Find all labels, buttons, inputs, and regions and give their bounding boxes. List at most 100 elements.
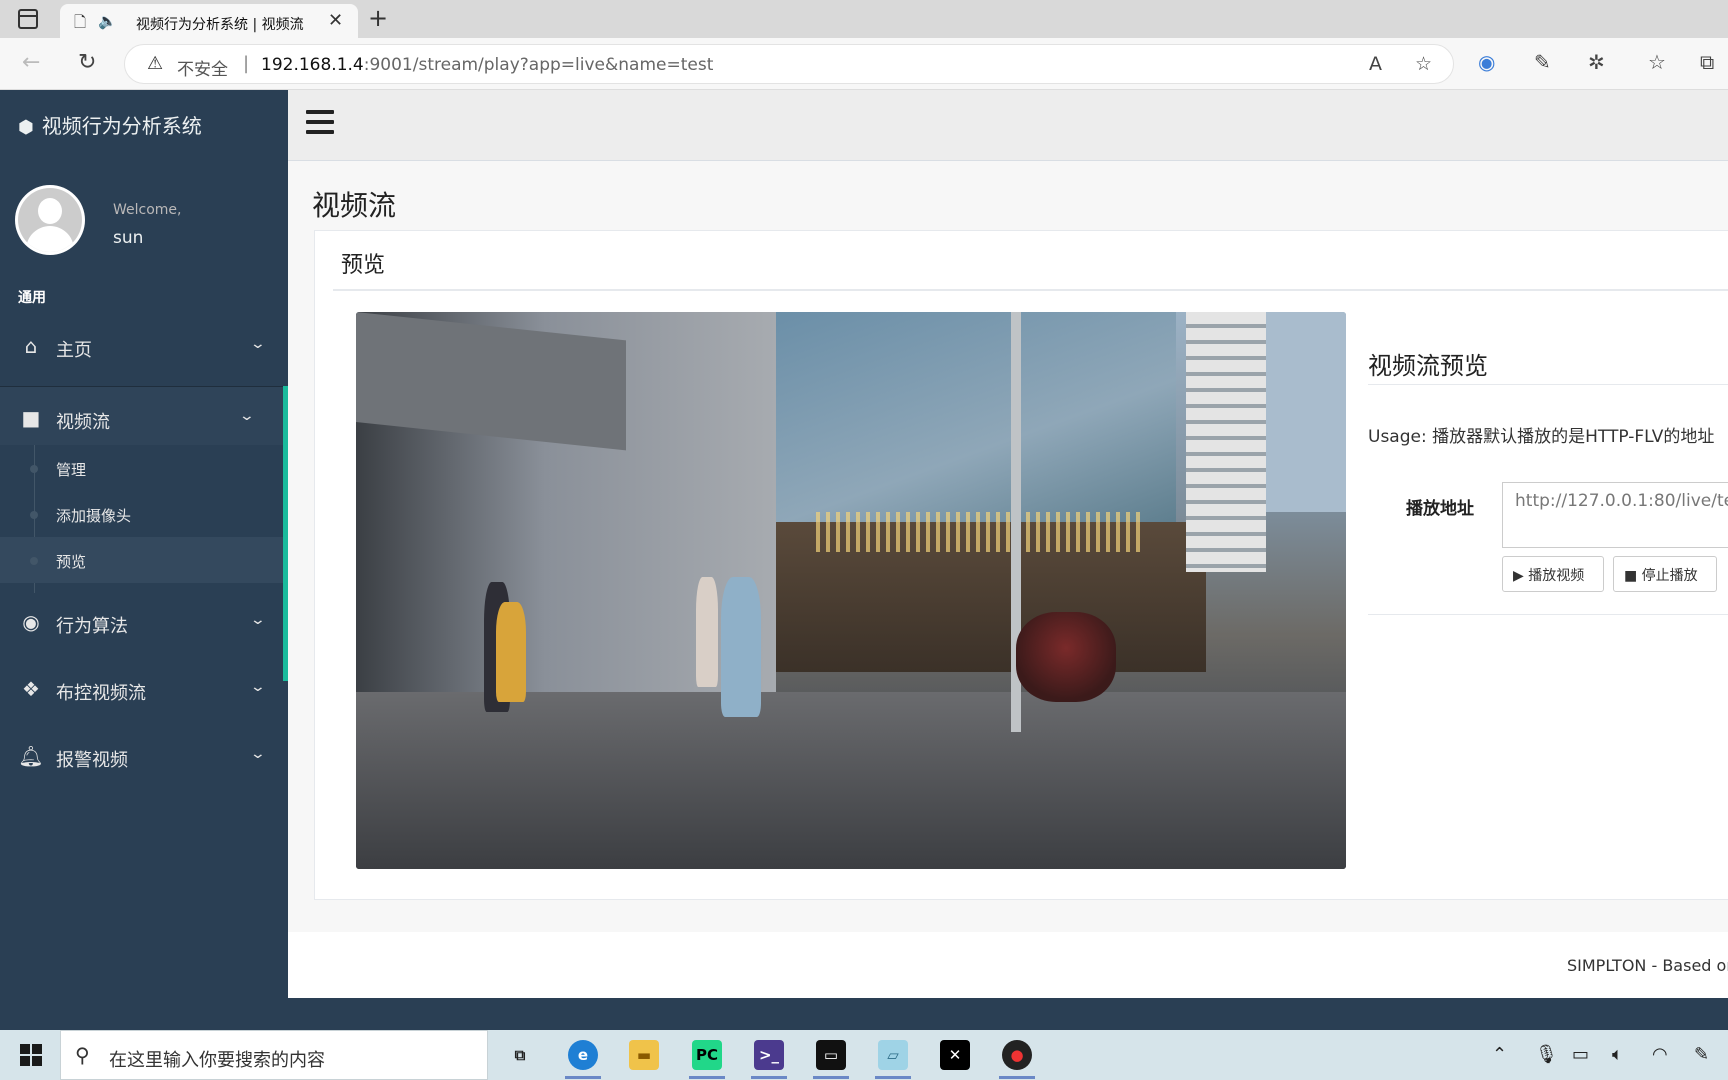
divider: [1368, 384, 1728, 385]
brand[interactable]: ⬢ 视频行为分析系统: [18, 110, 202, 139]
divider: [1368, 614, 1728, 615]
chevron-down-icon: ⌄: [238, 408, 256, 424]
play-video-button[interactable]: ▶ 播放视频: [1502, 556, 1604, 592]
sidebar-item-label: 行为算法: [56, 616, 128, 637]
submenu-item-label: 添加摄像头: [56, 507, 132, 525]
extension-pen-icon[interactable]: ✎: [1534, 50, 1551, 74]
tab-title: 视频行为分析系统 | 视频流: [136, 17, 304, 33]
home-icon: ⌂: [24, 334, 38, 358]
sidebar-item-label: 布控视频流: [56, 683, 146, 704]
brand-title: 视频行为分析系统: [41, 114, 202, 138]
address-bar[interactable]: ⚠ 不安全 | 192.168.1.4:9001/stream/play?app…: [124, 44, 1454, 84]
menu-section-title: 通用: [18, 290, 46, 306]
url-text[interactable]: 192.168.1.4:9001/stream/play?app=live&na…: [261, 55, 713, 75]
url-separator: |: [243, 53, 250, 74]
sidebar-item-behavior[interactable]: ◉ 行为算法 ⌄: [0, 590, 288, 656]
sidebar-item-label: 视频流: [56, 412, 110, 433]
refresh-icon[interactable]: ↻: [78, 50, 96, 75]
edge-browser-icon[interactable]: e: [568, 1040, 598, 1070]
new-tab-button[interactable]: +: [368, 4, 388, 32]
page-icon: 🗋: [74, 13, 87, 31]
sidebar-item-label: 报警视频: [56, 750, 128, 771]
volume-icon[interactable]: 🔈︎: [1612, 1044, 1623, 1065]
submenu-item-add-camera[interactable]: 添加摄像头: [0, 491, 283, 537]
sidebar: ⬢ 视频行为分析系统 Welcome, sun 通用 ⌂ 主页 ⌄ ■ 视频流 ⌄…: [0, 90, 288, 998]
security-label[interactable]: 不安全: [177, 55, 228, 80]
pycharm-icon[interactable]: PC: [692, 1040, 722, 1070]
terminal-icon[interactable]: >_: [754, 1040, 784, 1070]
taskbar-search[interactable]: ⚲ 在这里输入你要搜索的内容: [60, 1030, 488, 1080]
submenu-item-label: 管理: [56, 461, 87, 479]
collections-icon[interactable]: ⧉: [1700, 50, 1714, 74]
back-icon[interactable]: ←: [22, 50, 40, 75]
chevron-down-icon: ⌄: [249, 679, 267, 695]
add-favorite-icon[interactable]: ☆: [1415, 53, 1432, 75]
tab-actions-icon[interactable]: [18, 9, 38, 29]
submenu-item-label: 预览: [56, 553, 87, 571]
browser-tab[interactable]: 🗋 🔈 视频行为分析系统 | 视频流 ✕: [60, 4, 358, 38]
sidebar-item-stream[interactable]: ■ 视频流 ⌄: [0, 386, 288, 452]
bullet-icon: [30, 465, 38, 473]
file-explorer-icon[interactable]: ▬: [629, 1040, 659, 1070]
pen-icon[interactable]: ✎: [1694, 1044, 1709, 1065]
extensions-icon[interactable]: ✲: [1588, 50, 1605, 74]
username: sun: [113, 228, 144, 248]
video-camera-icon: ■: [21, 406, 41, 430]
console-icon[interactable]: ▭: [816, 1040, 846, 1070]
task-view-icon[interactable]: ⧉: [505, 1040, 535, 1070]
eye-icon: ◉: [22, 610, 40, 634]
windows-start-icon[interactable]: [20, 1044, 42, 1066]
page-title: 视频流: [312, 189, 397, 222]
welcome-text: Welcome,: [113, 202, 182, 218]
play-address-label: 播放地址: [1406, 499, 1474, 519]
cube-icon: ⬢: [18, 117, 34, 138]
url-path: :9001/stream/play?app=live&name=test: [363, 55, 714, 75]
chevron-down-icon: ⌄: [249, 336, 267, 352]
microphone-icon[interactable]: 🎙︎: [1535, 1044, 1558, 1065]
sidebar-item-alarm[interactable]: 🔔︎ 报警视频 ⌄: [0, 724, 288, 790]
url-host: 192.168.1.4: [261, 55, 364, 75]
favorites-icon[interactable]: ☆: [1648, 50, 1666, 74]
speaker-icon[interactable]: 🔈: [98, 12, 117, 30]
browser-tab-strip: 🗋 🔈 视频行为分析系统 | 视频流 ✕ +: [0, 0, 1728, 38]
footer: SIMPLTON - Based on: [288, 932, 1728, 998]
network-icon[interactable]: ◠: [1652, 1044, 1668, 1065]
recorder-icon[interactable]: ●: [1002, 1040, 1032, 1070]
capcut-icon[interactable]: ✕: [940, 1040, 970, 1070]
warning-icon[interactable]: ⚠: [147, 53, 163, 74]
sidebar-item-monitor[interactable]: ❖ 布控视频流 ⌄: [0, 657, 288, 723]
notepad-icon[interactable]: ▱: [878, 1040, 908, 1070]
avatar: [15, 185, 85, 255]
chevron-down-icon: ⌄: [249, 746, 267, 762]
bell-icon: 🔔︎: [18, 744, 44, 768]
preview-panel: 预览 视频流预览 Usage: 播放器默认播放的是HTTP-FLV的地址 播放地…: [314, 230, 1728, 900]
video-player[interactable]: [356, 312, 1346, 869]
chevron-down-icon: ⌄: [249, 612, 267, 628]
cubes-icon: ❖: [22, 677, 40, 701]
search-placeholder: 在这里输入你要搜索的内容: [109, 1050, 325, 1071]
sidebar-item-home[interactable]: ⌂ 主页 ⌄: [0, 314, 288, 380]
preview-title: 视频流预览: [1368, 352, 1488, 380]
search-icon: ⚲: [75, 1043, 90, 1067]
menu-toggle-icon[interactable]: [306, 110, 334, 138]
bullet-icon: [30, 511, 38, 519]
bullet-icon: [30, 557, 38, 565]
close-tab-button[interactable]: ✕: [328, 10, 343, 31]
sidebar-item-label: 主页: [56, 340, 92, 361]
main-content: 视频流 预览 视频流预览 Usage: 播放器默认播放的是HTTP-FLV的地址…: [288, 90, 1728, 998]
taskbar: ⚲ 在这里输入你要搜索的内容 ⧉ e ▬ PC >_ ▭ ▱ ✕ ● ⌃ 🎙︎ …: [0, 1030, 1728, 1080]
chevron-up-icon[interactable]: ⌃: [1492, 1044, 1507, 1065]
battery-icon[interactable]: ▭: [1572, 1044, 1589, 1065]
submenu-item-manage[interactable]: 管理: [0, 445, 283, 491]
play-address-field[interactable]: http://127.0.0.1:80/live/test.flv: [1502, 482, 1728, 548]
usage-text: Usage: 播放器默认播放的是HTTP-FLV的地址: [1368, 427, 1715, 447]
divider: [333, 289, 1728, 291]
panel-title: 预览: [341, 253, 386, 278]
stop-play-button[interactable]: ■ 停止播放: [1613, 556, 1717, 592]
extension-color-icon[interactable]: ◉: [1478, 50, 1495, 74]
read-aloud-icon[interactable]: A: [1369, 53, 1382, 75]
submenu-item-preview[interactable]: 预览: [0, 537, 283, 583]
top-nav: [288, 90, 1728, 161]
address-bar-row: ← ↻ ⚠ 不安全 | 192.168.1.4:9001/stream/play…: [0, 38, 1728, 90]
footer-text: SIMPLTON - Based on: [1567, 956, 1728, 975]
